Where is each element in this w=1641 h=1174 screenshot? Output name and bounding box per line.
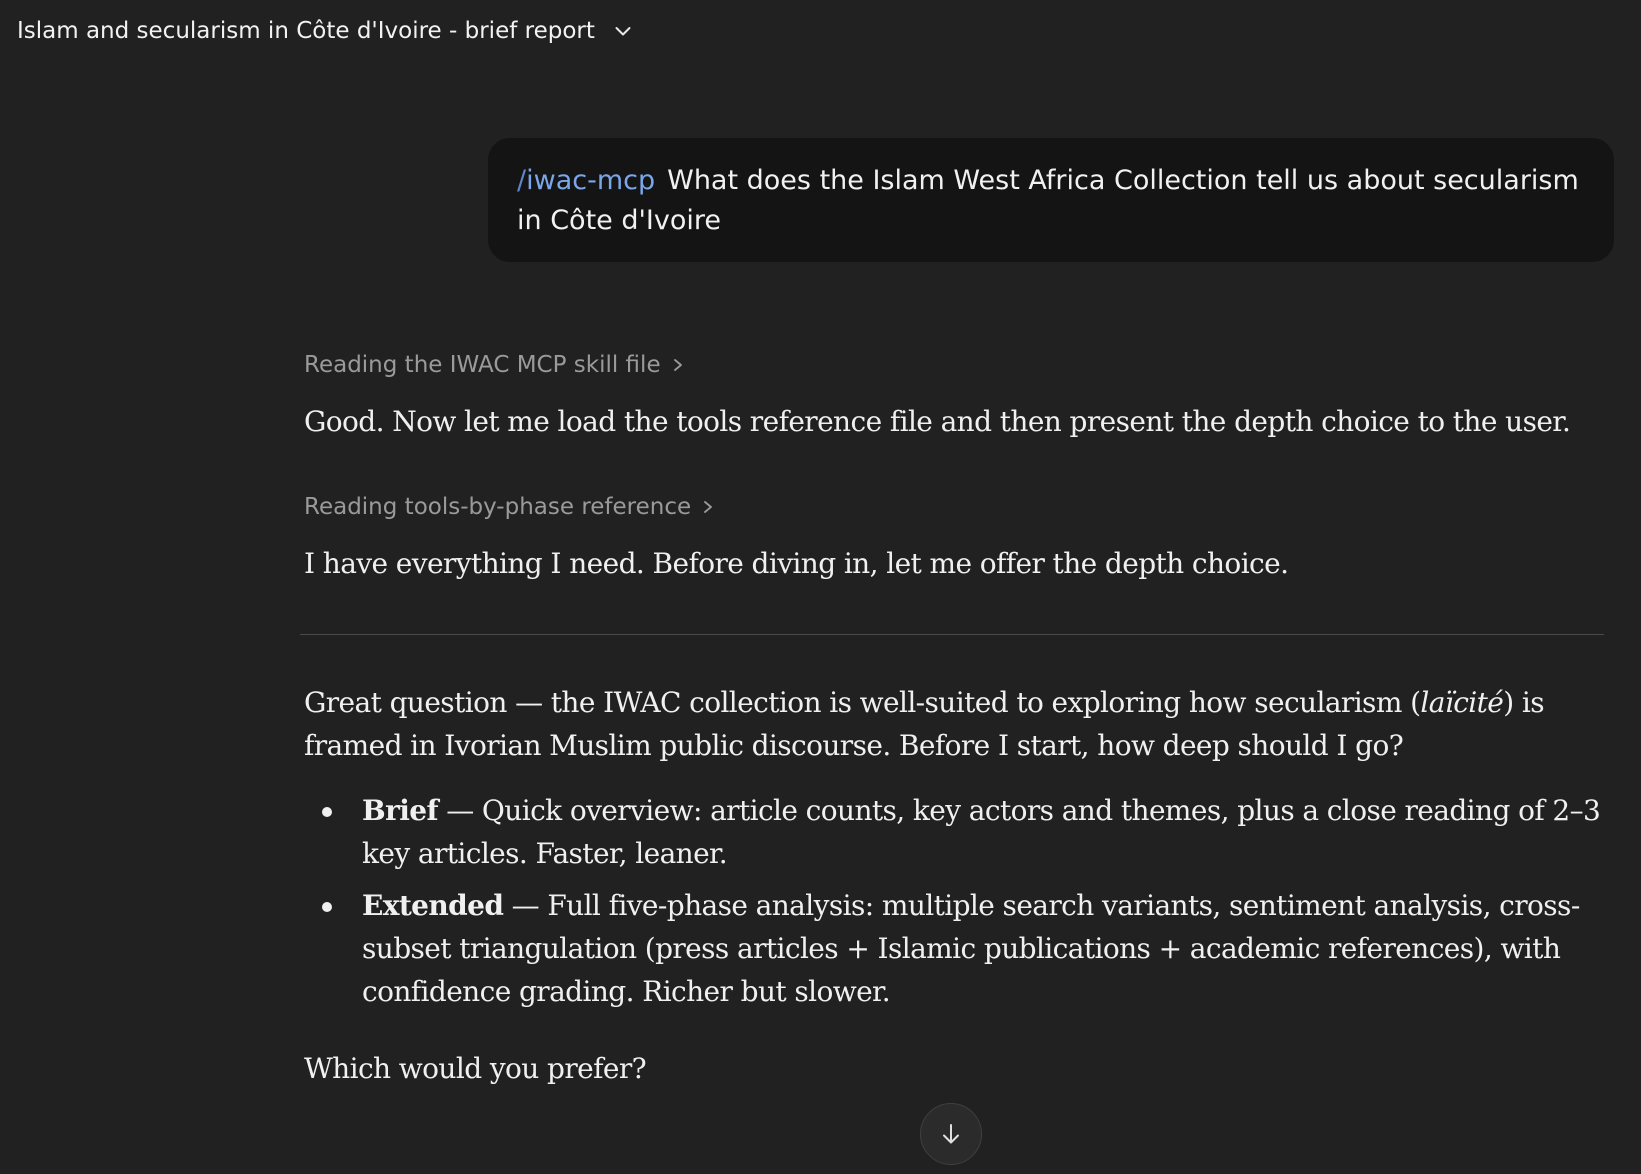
chevron-right-icon xyxy=(671,357,685,373)
arrow-down-icon xyxy=(938,1121,964,1147)
option-name: Extended xyxy=(362,889,504,922)
intro-text: Great question — the IWAC collection is … xyxy=(304,686,1421,719)
user-message-text: What does the Islam West Africa Collecti… xyxy=(517,165,1579,236)
tool-step-tools-reference[interactable]: Reading tools-by-phase reference xyxy=(304,494,715,520)
slash-command-name: iwac-mcp xyxy=(526,165,656,196)
option-name: Brief xyxy=(362,794,439,827)
option-description: — Full five-phase analysis: multiple sea… xyxy=(362,889,1580,1008)
tool-step-label: Reading the IWAC MCP skill file xyxy=(304,352,661,378)
slash-command-prefix: / xyxy=(517,165,527,196)
scroll-to-bottom-button[interactable] xyxy=(920,1103,982,1165)
chevron-right-icon xyxy=(701,499,715,515)
depth-options-list: Brief — Quick overview: article counts, … xyxy=(304,789,1604,1022)
tool-step-skill-file[interactable]: Reading the IWAC MCP skill file xyxy=(304,352,685,378)
assistant-step-text: Good. Now let me load the tools referenc… xyxy=(304,405,1571,438)
response-question: Which would you prefer? xyxy=(304,1052,647,1085)
conversation-title: Islam and secularism in Côte d'Ivoire - … xyxy=(17,18,595,44)
response-intro: Great question — the IWAC collection is … xyxy=(304,681,1604,767)
conversation-title-menu[interactable]: Islam and secularism in Côte d'Ivoire - … xyxy=(17,13,633,49)
user-message-bubble: /iwac-mcp What does the Islam West Africa… xyxy=(488,138,1614,262)
slash-command-chip: /iwac-mcp xyxy=(517,165,655,196)
list-item: Brief — Quick overview: article counts, … xyxy=(304,789,1604,875)
intro-emphasis: laïcité xyxy=(1420,686,1504,719)
list-item: Extended — Full five-phase analysis: mul… xyxy=(304,884,1604,1013)
option-description: — Quick overview: article counts, key ac… xyxy=(362,794,1601,870)
chevron-down-icon xyxy=(613,21,633,41)
bullet-icon xyxy=(322,902,332,912)
bullet-icon xyxy=(322,807,332,817)
tool-step-label: Reading tools-by-phase reference xyxy=(304,494,692,520)
assistant-step-text: I have everything I need. Before diving … xyxy=(304,547,1289,580)
section-divider xyxy=(300,634,1604,635)
